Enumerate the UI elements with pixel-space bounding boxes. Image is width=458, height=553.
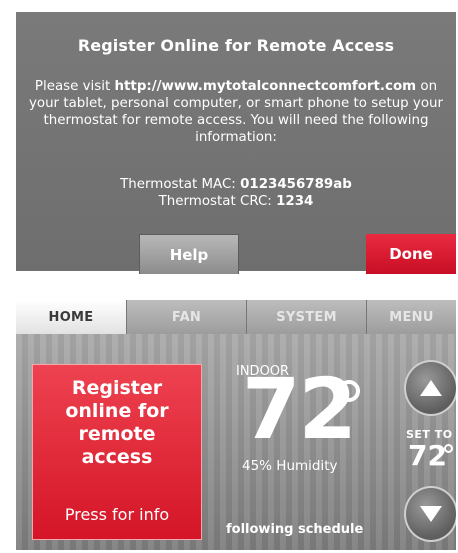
up-arrow-icon: [420, 380, 442, 396]
tab-fan[interactable]: FAN: [126, 300, 246, 334]
tab-system[interactable]: SYSTEM: [246, 300, 366, 334]
set-to-value: 72: [408, 439, 447, 472]
tab-menu[interactable]: MENU: [366, 300, 456, 334]
crc-value: 1234: [276, 194, 314, 209]
mac-label: Thermostat MAC:: [120, 177, 241, 192]
crc-label: Thermostat CRC:: [158, 194, 277, 209]
degree-symbol: [338, 380, 360, 402]
temp-down-button[interactable]: [404, 486, 456, 542]
down-arrow-icon: [420, 506, 442, 522]
humidity-readout: 45% Humidity: [242, 458, 338, 474]
mac-line: Thermostat MAC: 0123456789ab: [16, 176, 456, 193]
register-message: Register online for remote access: [65, 377, 169, 468]
set-to-degree-symbol: [444, 444, 453, 453]
tab-home[interactable]: HOME: [16, 300, 126, 334]
crc-line: Thermostat CRC: 1234: [16, 193, 456, 210]
schedule-status: following schedule: [226, 522, 364, 537]
registration-url: http://www.mytotalconnectcomfort.com: [114, 79, 417, 94]
mac-value: 0123456789ab: [240, 177, 352, 192]
temp-up-button[interactable]: [404, 360, 456, 416]
thermostat-home-screen: HOME FAN SYSTEM MENU Register online for…: [16, 300, 456, 550]
register-hint: Press for info: [64, 505, 170, 524]
device-info: Thermostat MAC: 0123456789ab Thermostat …: [16, 176, 456, 210]
done-button[interactable]: Done: [366, 234, 456, 274]
register-dialog: Register Online for Remote Access Please…: [16, 12, 456, 274]
register-online-button[interactable]: Register online for remote access Press …: [32, 364, 202, 540]
tab-bar: HOME FAN SYSTEM MENU: [16, 300, 456, 334]
message-prefix: Please visit: [34, 79, 115, 94]
dialog-title: Register Online for Remote Access: [77, 36, 395, 55]
help-button[interactable]: Help: [139, 234, 239, 274]
indoor-temperature: 72: [242, 360, 357, 458]
dialog-message: Please visit http://www.mytotalconnectco…: [28, 78, 444, 146]
